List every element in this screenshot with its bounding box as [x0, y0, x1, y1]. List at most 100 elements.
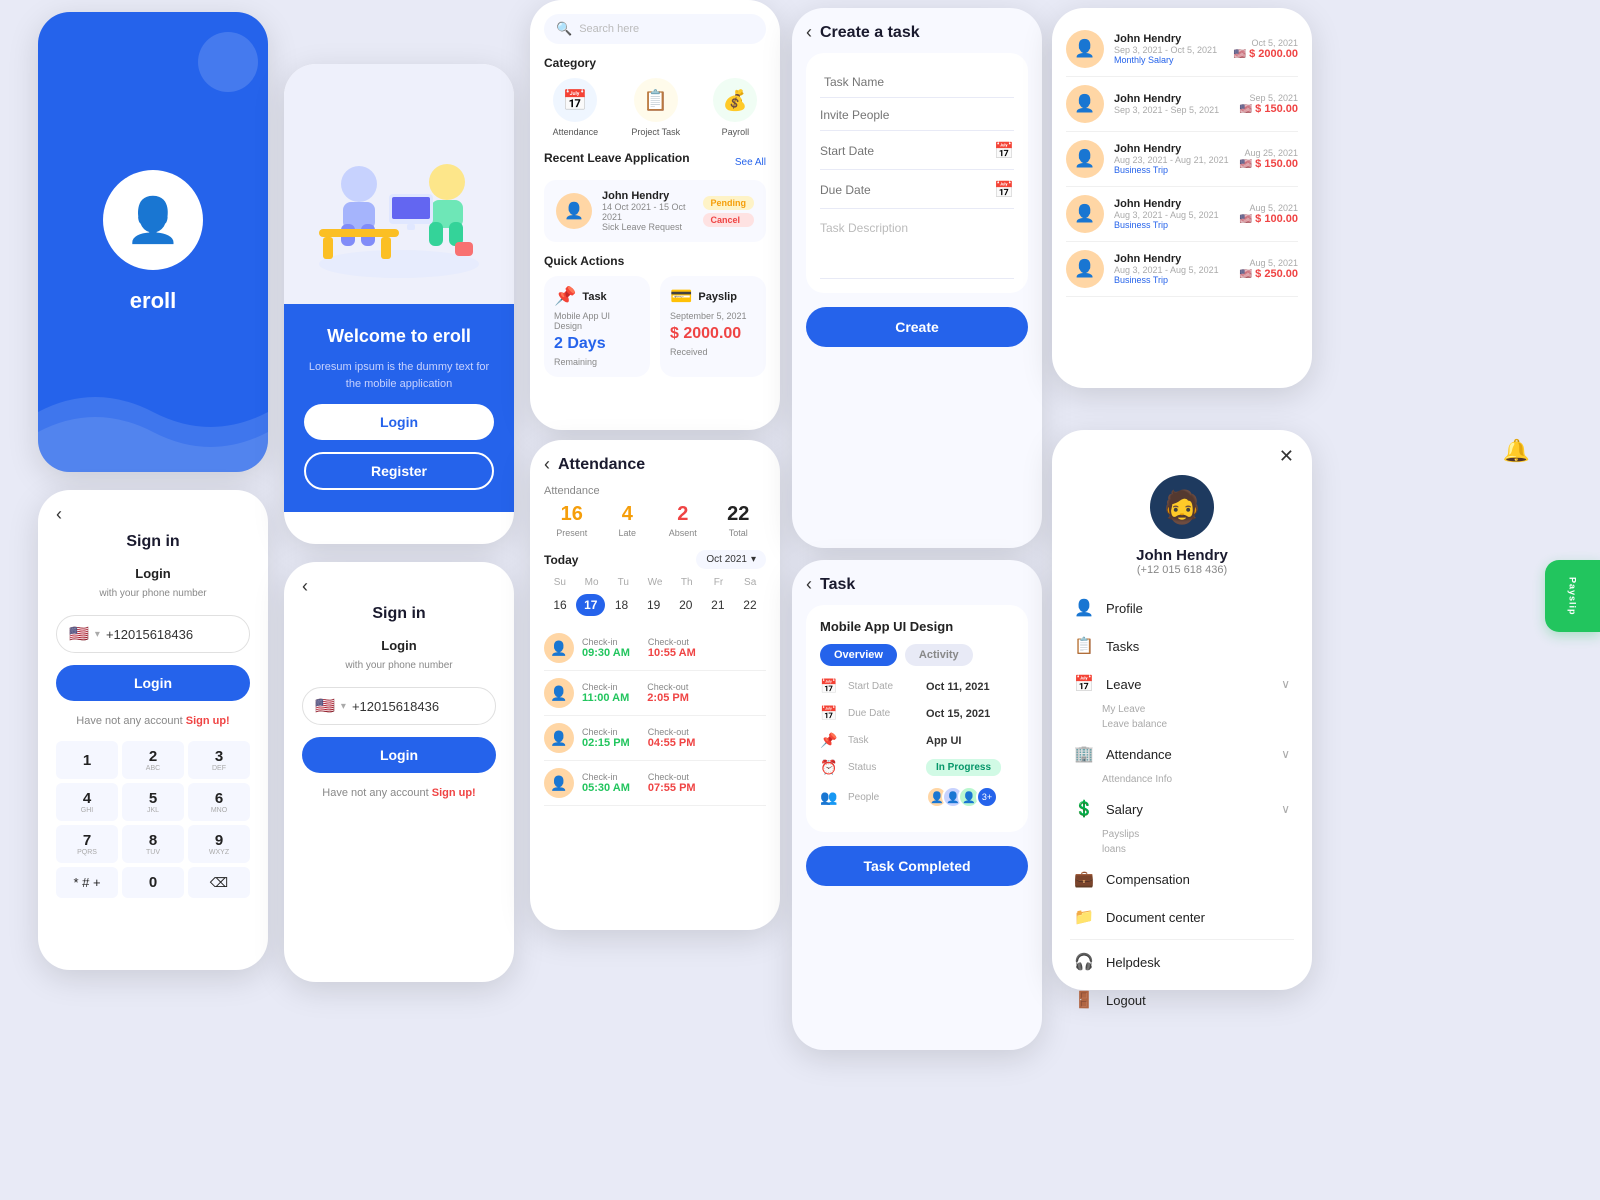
checkout-label-4: Check-out [648, 772, 696, 782]
numpad-3[interactable]: 3DEF [188, 741, 250, 779]
task-name-input[interactable] [820, 67, 1014, 98]
numpad-4[interactable]: 4GHI [56, 783, 118, 821]
task-qa-card[interactable]: 📌 Task Mobile App UI Design 2 Days Remai… [544, 276, 650, 377]
due-date-input[interactable] [820, 183, 988, 197]
create-task-button[interactable]: Create [806, 307, 1028, 347]
numpad-7[interactable]: 7PQRS [56, 825, 118, 863]
trans-type-3: Business Trip [1114, 165, 1230, 175]
date-20[interactable]: 20 [670, 594, 702, 616]
search-icon: 🔍 [556, 21, 572, 37]
trans-date-2: Sep 5, 2021 [1240, 93, 1298, 103]
date-19[interactable]: 19 [638, 594, 670, 616]
login-button-2[interactable]: Login [302, 737, 496, 773]
date-16[interactable]: 16 [544, 594, 576, 616]
date-21[interactable]: 21 [702, 594, 734, 616]
numpad-6[interactable]: 6MNO [188, 783, 250, 821]
numpad-backspace[interactable]: ⌫ [188, 867, 250, 898]
see-all-link[interactable]: See All [735, 157, 766, 168]
checkin-time-3: 02:15 PM [582, 737, 630, 749]
phone-input-row[interactable]: 🇺🇸 ▾ +12015618436 [56, 615, 250, 653]
back-button-2[interactable]: ‹ [302, 576, 496, 597]
close-icon[interactable]: ✕ [1279, 446, 1294, 467]
day-fr: Fr [703, 577, 735, 588]
quick-actions-label: Quick Actions [544, 254, 766, 268]
amount-flag-2: 🇺🇸 [1240, 104, 1252, 115]
category-attendance[interactable]: 📅 Attendance [553, 78, 599, 137]
payslip-qa-card[interactable]: 💳 Payslip September 5, 2021 $ 2000.00 Re… [660, 276, 766, 377]
task-description-placeholder: Task Description [820, 221, 908, 235]
attendance-stats-row: 16 Present 4 Late 2 Absent 22 Total [544, 503, 766, 538]
menu-item-tasks[interactable]: 📋 Tasks [1070, 628, 1294, 664]
category-label: Category [544, 56, 766, 70]
start-date-input[interactable] [820, 144, 988, 158]
today-row: Today Oct 2021 ▾ [544, 550, 766, 569]
trans-avatar-5: 👤 [1066, 250, 1104, 288]
salary-icon: 💲 [1074, 799, 1096, 819]
back-button[interactable]: ‹ [56, 504, 250, 525]
checkin-label-3: Check-in [582, 727, 630, 737]
detail-start-date: 📅 Start Date Oct 11, 2021 [820, 678, 1014, 695]
menu-item-documents[interactable]: 📁 Document center [1070, 899, 1294, 935]
tab-overview[interactable]: Overview [820, 644, 897, 666]
numpad-8[interactable]: 8TUV [122, 825, 184, 863]
date-22[interactable]: 22 [734, 594, 766, 616]
menu-item-compensation[interactable]: 💼 Compensation [1070, 861, 1294, 897]
numpad-5[interactable]: 5JKL [122, 783, 184, 821]
trans-avatar-1: 👤 [1066, 30, 1104, 68]
att-avatar-4: 👤 [544, 768, 574, 798]
back-button-5[interactable]: ‹ [806, 574, 812, 595]
task-detail-card: Mobile App UI Design Overview Activity 📅… [806, 605, 1028, 832]
category-task[interactable]: 📋 Project Task [631, 78, 680, 137]
back-button-3[interactable]: ‹ [544, 454, 550, 475]
menu-item-logout[interactable]: 🚪 Logout [1070, 982, 1294, 1018]
date-18[interactable]: 18 [605, 594, 637, 616]
numpad-0[interactable]: 0 [122, 867, 184, 898]
status-badge: In Progress [926, 759, 1001, 776]
search-bar[interactable]: 🔍 Search here [544, 14, 766, 44]
detail-due-date: 📅 Due Date Oct 15, 2021 [820, 705, 1014, 722]
att-avatar-3: 👤 [544, 723, 574, 753]
menu-label-logout: Logout [1106, 993, 1290, 1008]
numpad-1[interactable]: 1 [56, 741, 118, 779]
task-completed-button[interactable]: Task Completed [806, 846, 1028, 886]
menu-label-helpdesk: Helpdesk [1106, 955, 1290, 970]
back-button-4[interactable]: ‹ [806, 22, 812, 43]
menu-label-leave: Leave [1106, 677, 1271, 692]
phone-input-row-2[interactable]: 🇺🇸 ▾ +12015618436 [302, 687, 496, 725]
login-button[interactable]: Login [56, 665, 250, 701]
checkin-label-1: Check-in [582, 637, 630, 647]
signup-link-2[interactable]: Sign up! [432, 787, 476, 799]
welcome-illustration-svg [299, 84, 499, 284]
menu-item-attendance[interactable]: 🏢 Attendance ∨ [1070, 736, 1294, 772]
checkin-label-2: Check-in [582, 682, 629, 692]
menu-item-salary[interactable]: 💲 Salary ∨ [1070, 791, 1294, 827]
menu-item-leave[interactable]: 📅 Leave ∨ [1070, 666, 1294, 702]
welcome-desc: Loresum ipsum is the dummy text for the … [304, 359, 494, 392]
numpad-9[interactable]: 9WXYZ [188, 825, 250, 863]
numpad-star[interactable]: * # + [56, 867, 118, 898]
notification-bell-icon[interactable]: 🔔 [1503, 438, 1530, 464]
start-date-label: Start Date [848, 681, 918, 692]
month-select[interactable]: Oct 2021 ▾ [696, 550, 766, 569]
welcome-login-button[interactable]: Login [304, 404, 494, 440]
task-value: 2 Days [554, 335, 640, 353]
trans-amount-5: $ 250.00 [1255, 268, 1298, 280]
welcome-register-button[interactable]: Register [304, 452, 494, 490]
month-value: Oct 2021 [706, 554, 747, 565]
menu-item-helpdesk[interactable]: 🎧 Helpdesk [1070, 944, 1294, 980]
day-tu: Tu [607, 577, 639, 588]
attendance-stat-header: Attendance [544, 485, 766, 497]
menu-item-profile[interactable]: 👤 Profile [1070, 590, 1294, 626]
category-payroll[interactable]: 💰 Payroll [713, 78, 757, 137]
calendar-icon-start: 📅 [994, 141, 1014, 161]
profile-avatar-wrap: 🧔 John Hendry (+12 015 618 436) [1070, 475, 1294, 576]
numpad-2[interactable]: 2ABC [122, 741, 184, 779]
date-17-active[interactable]: 17 [576, 594, 605, 616]
trans-name-1: John Hendry [1114, 33, 1224, 45]
trans-row-3: 👤 John Hendry Aug 23, 2021 - Aug 21, 202… [1066, 132, 1298, 187]
signup-link[interactable]: Sign up! [186, 715, 230, 727]
tab-activity[interactable]: Activity [905, 644, 973, 666]
invite-people-input[interactable] [820, 108, 1014, 122]
checkin-time-4: 05:30 AM [582, 782, 630, 794]
day-th: Th [671, 577, 703, 588]
